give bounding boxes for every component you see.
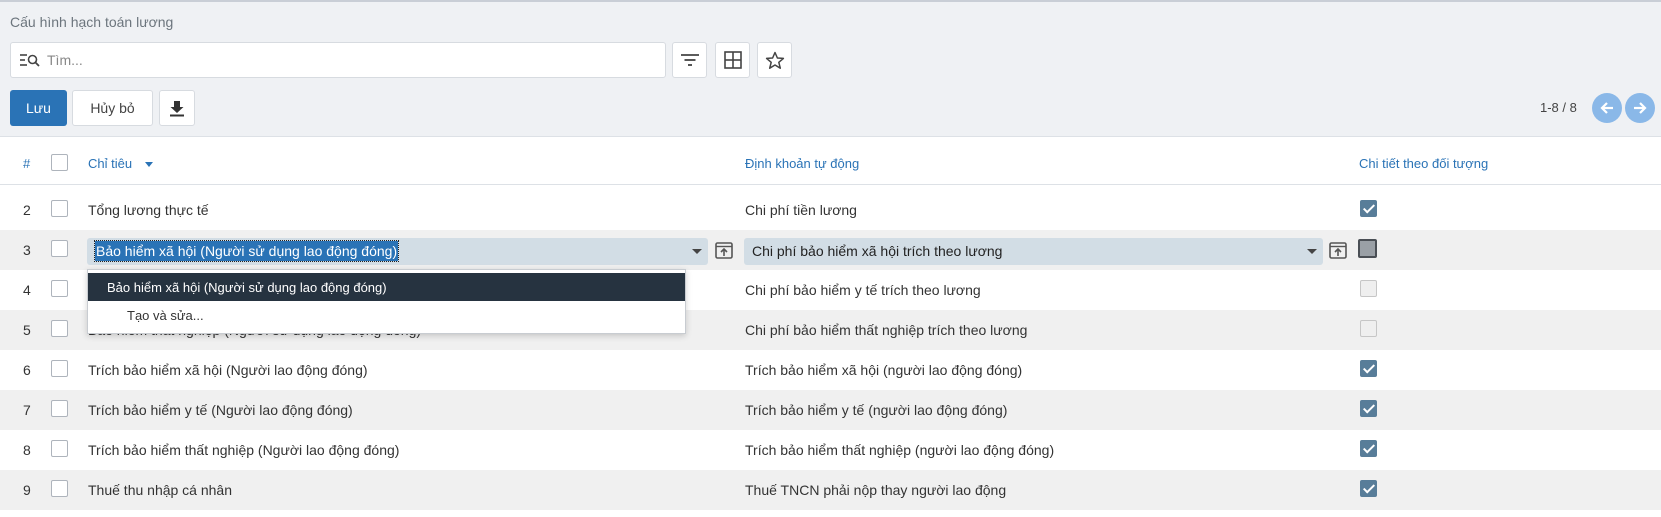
detail-checkbox[interactable] — [1360, 200, 1377, 217]
criterion-select-field[interactable]: Bảo hiểm xã hội (Người sử dụng lao động … — [87, 238, 708, 265]
row-select-checkbox[interactable] — [51, 400, 68, 417]
arrow-left-icon — [1600, 102, 1613, 114]
account-cell[interactable]: Chi phí tiền lương — [745, 202, 857, 218]
list-header: # Chỉ tiêu Định khoản tự động Chi tiết t… — [0, 138, 1661, 185]
row-number: 3 — [23, 242, 31, 258]
account-cell[interactable]: Trích bảo hiểm thất nghiệp (người lao độ… — [745, 442, 1054, 458]
account-cell[interactable]: Thuế TNCN phải nộp thay người lao động — [745, 482, 1006, 498]
criterion-select-value[interactable]: Bảo hiểm xã hội (Người sử dụng lao động … — [93, 240, 400, 262]
row-select-checkbox[interactable] — [51, 360, 68, 377]
table-row[interactable]: 9 Thuế thu nhập cá nhân Thuế TNCN phải n… — [0, 470, 1661, 510]
row-select-checkbox[interactable] — [51, 200, 68, 217]
row-select-checkbox[interactable] — [51, 440, 68, 457]
cancel-button[interactable]: Hủy bỏ — [72, 90, 153, 126]
detail-checkbox[interactable] — [1360, 280, 1377, 297]
row-select-checkbox[interactable] — [51, 320, 68, 337]
detail-checkbox[interactable] — [1360, 440, 1377, 457]
account-cell[interactable]: Chi phí bảo hiểm thất nghiệp trích theo … — [745, 322, 1027, 338]
dropdown-option-label: Bảo hiểm xã hội (Người sử dụng lao động … — [107, 280, 387, 295]
download-button[interactable] — [159, 90, 195, 126]
filter-icon — [680, 54, 699, 66]
pager-value[interactable]: 1-8 / 8 — [1540, 100, 1577, 115]
table-row-editing[interactable]: 3 Bảo hiểm xã hội (Người sử dụng lao độn… — [0, 230, 1661, 270]
grid-icon — [723, 51, 742, 69]
row-number: 6 — [23, 362, 31, 378]
account-select-value[interactable]: Chi phí bảo hiểm xã hội trích theo lương — [752, 243, 1002, 259]
column-header-number: # — [23, 156, 31, 171]
pager-previous-button[interactable] — [1592, 93, 1622, 123]
criterion-cell[interactable]: Trích bảo hiểm y tế (Người lao động đóng… — [88, 402, 353, 418]
detail-checkbox[interactable] — [1360, 480, 1377, 497]
column-header-detail-by-object[interactable]: Chi tiết theo đối tượng — [1359, 156, 1488, 171]
detail-checkbox[interactable] — [1360, 320, 1377, 337]
criterion-cell[interactable]: Trích bảo hiểm thất nghiệp (Người lao độ… — [88, 442, 399, 458]
save-button[interactable]: Lưu — [10, 90, 67, 126]
external-link-icon[interactable] — [714, 240, 734, 260]
column-header-auto-account[interactable]: Định khoản tự động — [745, 156, 859, 171]
star-icon — [765, 51, 784, 69]
favorites-button[interactable] — [757, 42, 792, 78]
account-cell[interactable]: Trích bảo hiểm y tế (người lao động đóng… — [745, 402, 1007, 418]
group-by-button[interactable] — [715, 42, 750, 78]
account-select-field[interactable]: Chi phí bảo hiểm xã hội trích theo lương — [744, 238, 1323, 265]
create-and-edit-label: Tạo và sửa... — [127, 308, 204, 323]
arrow-right-icon — [1634, 102, 1647, 114]
detail-checkbox[interactable] — [1358, 239, 1377, 258]
row-number: 7 — [23, 402, 31, 418]
pager-next-button[interactable] — [1625, 93, 1655, 123]
row-number: 4 — [23, 282, 31, 298]
search-icon — [20, 54, 40, 67]
column-header-criterion[interactable]: Chỉ tiêu — [88, 156, 153, 171]
column-header-criterion-label: Chỉ tiêu — [88, 156, 133, 171]
dropdown-option[interactable]: Bảo hiểm xã hội (Người sử dụng lao động … — [88, 273, 685, 301]
search-input[interactable] — [47, 49, 647, 71]
row-number: 5 — [23, 322, 31, 338]
detail-checkbox[interactable] — [1360, 400, 1377, 417]
detail-checkbox[interactable] — [1360, 360, 1377, 377]
control-panel: Cấu hình hạch toán lương Lưu Hủy bỏ — [0, 0, 1661, 137]
criterion-cell[interactable]: Trích bảo hiểm xã hội (Người lao động đó… — [88, 362, 368, 378]
autocomplete-dropdown: Bảo hiểm xã hội (Người sử dụng lao động … — [87, 269, 686, 334]
create-and-edit-option[interactable]: Tạo và sửa... — [88, 302, 685, 330]
row-select-checkbox[interactable] — [51, 480, 68, 497]
select-all-checkbox[interactable] — [51, 154, 68, 171]
criterion-cell[interactable]: Thuế thu nhập cá nhân — [88, 482, 232, 498]
table-row[interactable]: 6 Trích bảo hiểm xã hội (Người lao động … — [0, 350, 1661, 390]
chevron-down-icon[interactable] — [692, 249, 702, 254]
row-number: 2 — [23, 202, 31, 218]
breadcrumb[interactable]: Cấu hình hạch toán lương — [10, 14, 173, 30]
filter-button[interactable] — [672, 42, 707, 78]
chevron-down-icon[interactable] — [1307, 249, 1317, 254]
row-number: 8 — [23, 442, 31, 458]
row-select-checkbox[interactable] — [51, 280, 68, 297]
row-select-checkbox[interactable] — [51, 240, 68, 257]
sort-down-icon — [144, 162, 153, 168]
external-link-icon[interactable] — [1328, 240, 1348, 260]
download-icon — [170, 100, 184, 116]
table-row[interactable]: 8 Trích bảo hiểm thất nghiệp (Người lao … — [0, 430, 1661, 470]
row-number: 9 — [23, 482, 31, 498]
table-row[interactable]: 2 Tổng lương thực tế Chi phí tiền lương — [0, 190, 1661, 230]
account-cell[interactable]: Chi phí bảo hiểm y tế trích theo lương — [745, 282, 981, 298]
criterion-cell[interactable]: Tổng lương thực tế — [88, 202, 209, 218]
search-box[interactable] — [10, 42, 666, 78]
table-row[interactable]: 7 Trích bảo hiểm y tế (Người lao động đó… — [0, 390, 1661, 430]
account-cell[interactable]: Trích bảo hiểm xã hội (người lao động đó… — [745, 362, 1022, 378]
